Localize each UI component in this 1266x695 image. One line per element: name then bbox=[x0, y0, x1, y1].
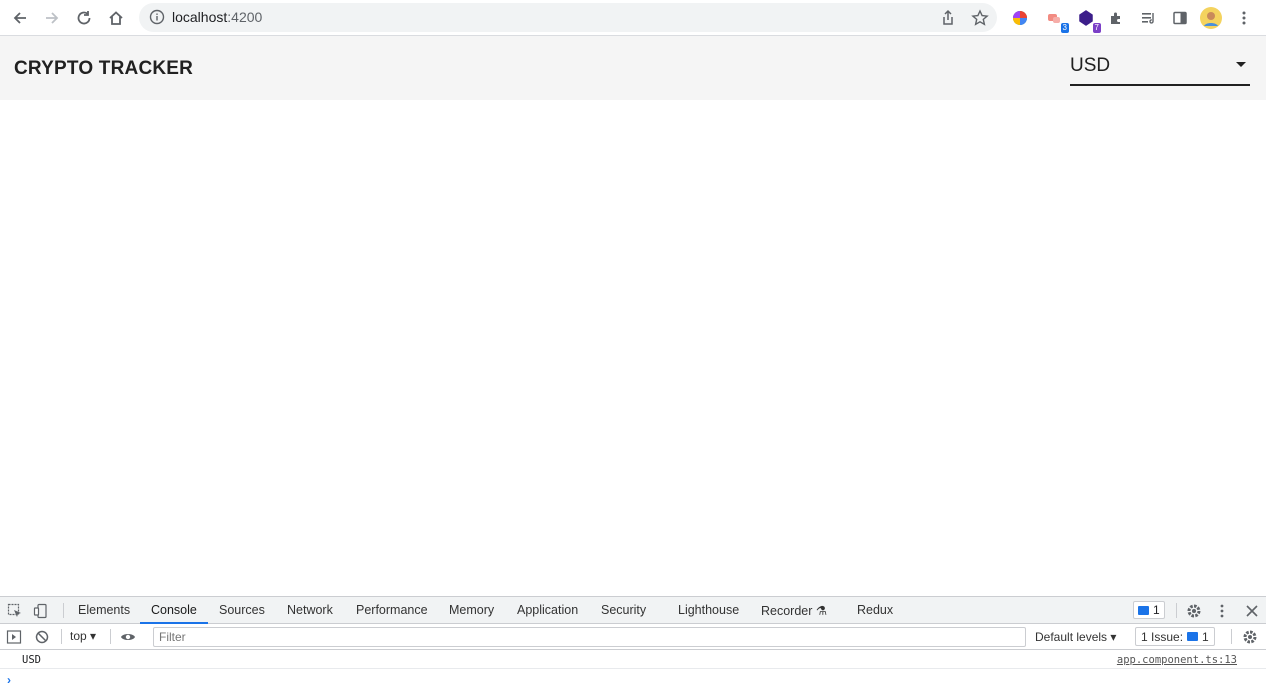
issues-count: 1 bbox=[1202, 629, 1209, 644]
info-icon[interactable] bbox=[149, 9, 165, 25]
tab-memory[interactable]: Memory bbox=[449, 603, 494, 617]
clear-console-icon[interactable] bbox=[34, 629, 50, 645]
toolbar-divider bbox=[1176, 603, 1177, 618]
console-filter-input[interactable] bbox=[153, 627, 1026, 647]
forward-button[interactable] bbox=[40, 6, 64, 30]
tab-redux[interactable]: Redux bbox=[857, 603, 893, 617]
reading-list-icon[interactable] bbox=[1137, 7, 1159, 29]
address-bar[interactable]: localhost:4200 bbox=[139, 3, 997, 32]
toolbar-divider bbox=[1231, 629, 1232, 644]
currency-select[interactable]: USD bbox=[1070, 50, 1250, 86]
app-title: CRYPTO TRACKER bbox=[14, 58, 194, 79]
arrow-right-icon bbox=[46, 12, 59, 24]
eye-icon[interactable] bbox=[120, 629, 136, 645]
redux-extension-icon[interactable]: 7 bbox=[1075, 7, 1101, 33]
context-value: top bbox=[70, 629, 87, 643]
caret-down-icon: ▾ bbox=[1110, 630, 1117, 644]
message-icon bbox=[1187, 632, 1199, 641]
tab-sources[interactable]: Sources bbox=[219, 603, 265, 617]
dropdown-arrow-icon bbox=[1236, 62, 1246, 67]
toolbar-divider bbox=[63, 603, 64, 618]
color-wheel-extension-icon[interactable] bbox=[1009, 7, 1031, 29]
tab-elements[interactable]: Elements bbox=[78, 603, 130, 617]
issues-label: 1 Issue: bbox=[1141, 629, 1184, 644]
url-host: localhost bbox=[172, 9, 228, 25]
caret-down-icon: ▾ bbox=[90, 629, 97, 643]
tab-lighthouse[interactable]: Lighthouse bbox=[678, 603, 739, 617]
close-icon[interactable] bbox=[1244, 603, 1260, 619]
console-source-link[interactable]: app.component.ts:13 bbox=[1117, 654, 1237, 666]
devtools-panel: Elements Console Sources Network Perform… bbox=[0, 596, 1266, 695]
share-icon[interactable] bbox=[939, 9, 957, 27]
messages-badge[interactable]: 1 bbox=[1133, 601, 1165, 619]
console-prompt[interactable]: › bbox=[7, 673, 11, 687]
tab-application[interactable]: Application bbox=[517, 603, 578, 617]
console-message-row: USD app.component.ts:13 bbox=[0, 650, 1266, 669]
device-toolbar-icon[interactable] bbox=[33, 603, 49, 619]
side-panel-icon[interactable] bbox=[1169, 7, 1191, 29]
browser-toolbar: localhost:4200 3 7 bbox=[0, 0, 1266, 36]
currency-selected-value: USD bbox=[1070, 55, 1111, 76]
back-button[interactable] bbox=[8, 6, 32, 30]
context-selector[interactable]: top ▾ bbox=[70, 629, 96, 643]
log-levels-label: Default levels bbox=[1035, 630, 1108, 644]
browser-menu-icon[interactable] bbox=[1233, 7, 1255, 29]
extension-badge: 3 bbox=[1060, 23, 1069, 33]
console-message-text: USD bbox=[22, 654, 41, 666]
messages-count: 1 bbox=[1153, 603, 1160, 617]
reload-icon bbox=[77, 11, 91, 25]
tab-performance[interactable]: Performance bbox=[356, 603, 428, 617]
tab-recorder-label: Recorder bbox=[761, 604, 813, 618]
inspect-element-icon[interactable] bbox=[7, 603, 23, 619]
toolbar-divider bbox=[61, 629, 62, 644]
reload-button[interactable] bbox=[72, 6, 96, 30]
console-settings-gear-icon[interactable] bbox=[1242, 629, 1258, 645]
url-port: :4200 bbox=[227, 9, 263, 25]
home-button[interactable] bbox=[104, 6, 128, 30]
tab-security[interactable]: Security bbox=[601, 603, 646, 617]
puzzle-extension-badge-icon[interactable]: 3 bbox=[1043, 7, 1069, 33]
bookmark-star-icon[interactable] bbox=[971, 9, 989, 27]
extension-badge: 7 bbox=[1092, 23, 1101, 33]
profile-avatar[interactable] bbox=[1200, 7, 1222, 29]
app-header: CRYPTO TRACKER USD bbox=[0, 36, 1266, 100]
flask-icon: ⚗ bbox=[815, 604, 828, 618]
log-levels-dropdown[interactable]: Default levels ▾ bbox=[1035, 630, 1116, 644]
arrow-left-icon bbox=[13, 12, 26, 24]
tab-console[interactable]: Console bbox=[151, 603, 197, 617]
devtools-tab-bar: Elements Console Sources Network Perform… bbox=[0, 597, 1266, 624]
more-options-icon[interactable] bbox=[1214, 603, 1230, 619]
tab-recorder[interactable]: Recorder ⚗ bbox=[761, 603, 827, 618]
tab-network[interactable]: Network bbox=[287, 603, 333, 617]
settings-gear-icon[interactable] bbox=[1186, 603, 1202, 619]
show-sidebar-icon[interactable] bbox=[6, 629, 22, 645]
extensions-puzzle-icon[interactable] bbox=[1105, 7, 1127, 29]
home-icon bbox=[109, 11, 123, 25]
url-text: localhost:4200 bbox=[172, 9, 262, 25]
issues-button[interactable]: 1 Issue: 1 bbox=[1135, 627, 1215, 646]
console-filter-bar: top ▾ Default levels ▾ 1 Issue: 1 bbox=[0, 624, 1266, 650]
message-icon bbox=[1138, 605, 1149, 615]
toolbar-divider bbox=[110, 629, 111, 644]
